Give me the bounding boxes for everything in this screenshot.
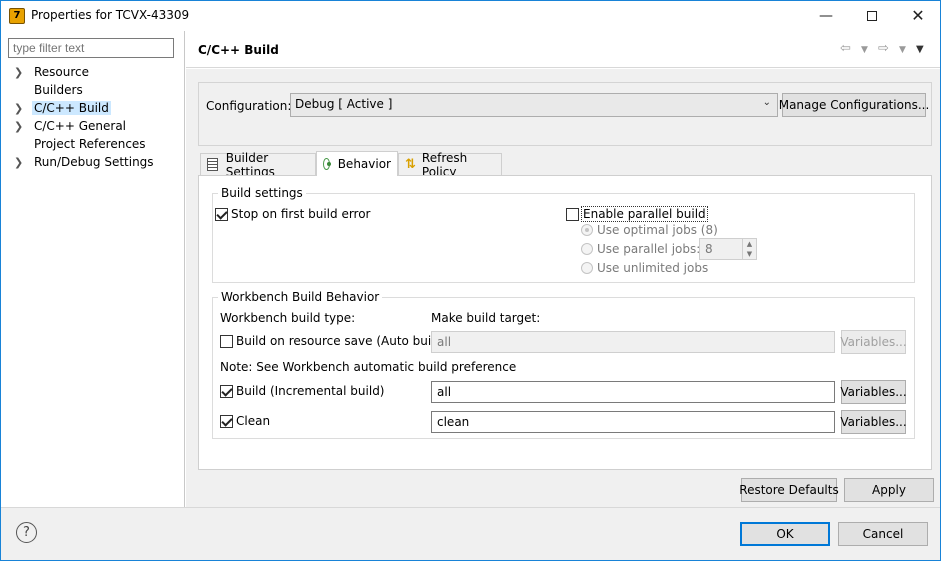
parallel-jobs-spinner[interactable]: 8 ▲ ▼ [699,238,757,260]
back-dropdown-icon[interactable]: ▼ [861,45,868,55]
sidebar-item-label: Project References [34,137,146,151]
sidebar-item-label: C/C++ General [34,119,127,133]
sidebar-item-label: C/C++ Build [32,101,111,115]
tab-label: Behavior [337,157,391,171]
unlimited-jobs-label: Use unlimited jobs [597,261,709,275]
help-icon[interactable]: ? [16,522,37,543]
chevron-down-icon: ⌄ [762,97,771,108]
configuration-label: Configuration: [206,99,292,113]
maximize-icon [867,10,877,21]
auto-build-target-input[interactable]: all [431,331,835,353]
forward-dropdown-icon[interactable]: ▼ [899,45,906,55]
filter-input[interactable] [8,38,174,58]
manage-configurations-button[interactable]: Manage Configurations... [779,93,929,117]
radio-button[interactable] [581,262,593,274]
cancel-button[interactable]: Cancel [838,522,928,546]
minimize-button[interactable]: — [803,0,849,31]
clean-checkbox[interactable]: Clean [220,414,270,428]
app-icon: 7 [9,8,25,24]
workbench-behavior-title: Workbench Build Behavior [218,290,383,304]
stop-on-error-label: Stop on first build error [231,207,371,221]
window-title: Properties for TCVX-43309 [31,8,190,22]
parallel-build-checkbox[interactable]: Enable parallel build [566,206,708,222]
apply-button[interactable]: Apply [844,478,934,502]
incremental-build-checkbox[interactable]: Build (Incremental build) [220,384,385,398]
auto-build-note: Note: See Workbench automatic build pref… [220,360,517,374]
chevron-right-icon[interactable]: ❯ [14,100,32,118]
configuration-value: Debug [ Active ] [295,97,393,111]
builder-settings-icon [207,158,218,171]
checkbox-box[interactable] [220,384,233,398]
parallel-jobs-label: Use parallel jobs: [597,242,701,256]
spinner-down-icon[interactable]: ▼ [742,249,756,259]
auto-build-checkbox[interactable]: Build on resource save (Auto build) [220,334,447,348]
clean-target-input[interactable]: clean [431,411,835,433]
refresh-policy-icon: ⇅ [405,157,416,172]
checkbox-box[interactable] [220,334,233,348]
checkbox-box[interactable] [215,207,228,221]
tab-refresh-policy[interactable]: ⇅ Refresh Policy [398,151,502,179]
sidebar-item-cpp-general[interactable]: ❯ C/C++ General [14,117,128,135]
parallel-build-label: Enable parallel build [581,206,708,222]
sidebar-item-cpp-build[interactable]: ❯ C/C++ Build [14,99,111,117]
forward-arrow-icon[interactable]: ⇨ [878,41,889,56]
configuration-select[interactable]: Debug [ Active ] ⌄ [290,93,778,117]
view-menu-icon[interactable]: ▼ [916,44,924,55]
incremental-target-input[interactable]: all [431,381,835,403]
auto-build-variables-button[interactable]: Variables... [840,330,907,354]
chevron-right-icon[interactable]: ❯ [14,118,32,136]
clean-label: Clean [236,414,271,428]
optimal-jobs-radio[interactable]: Use optimal jobs (8) [581,223,718,237]
parallel-jobs-radio[interactable]: Use parallel jobs: [581,242,700,256]
unlimited-jobs-radio[interactable]: Use unlimited jobs [581,261,708,275]
chevron-right-icon[interactable]: ❯ [14,154,32,172]
build-settings-title: Build settings [218,186,306,200]
behavior-icon [323,158,331,170]
close-button[interactable]: ✕ [895,0,941,31]
maximize-button[interactable] [849,0,895,31]
make-target-label: Make build target: [431,311,541,325]
sidebar-item-run-debug[interactable]: ❯ Run/Debug Settings [14,153,156,171]
sidebar-item-label: Builders [34,83,83,97]
clean-variables-button[interactable]: Variables... [840,410,907,434]
checkbox-box[interactable] [566,207,579,221]
minimize-icon: — [819,7,833,24]
sidebar-item-label: Run/Debug Settings [34,155,154,169]
ok-button[interactable]: OK [740,522,830,546]
sidebar-item-project-references[interactable]: Project References [14,135,148,153]
parallel-jobs-value: 8 [705,242,713,256]
optimal-jobs-label: Use optimal jobs (8) [597,223,718,237]
incremental-variables-button[interactable]: Variables... [840,380,907,404]
page-title: C/C++ Build [198,43,279,57]
stop-on-error-checkbox[interactable]: Stop on first build error [215,207,371,221]
tab-builder-settings[interactable]: Builder Settings [200,151,316,179]
page-header [186,31,940,68]
restore-defaults-button[interactable]: Restore Defaults [739,478,839,502]
checkbox-box[interactable] [220,414,233,428]
auto-build-label: Build on resource save (Auto build) [236,334,447,348]
workbench-type-label: Workbench build type: [220,311,356,325]
radio-button[interactable] [581,224,593,236]
sidebar-item-resource[interactable]: ❯ Resource [14,63,91,81]
sidebar-item-builders[interactable]: Builders [14,81,85,99]
close-icon: ✕ [911,6,925,25]
incremental-build-label: Build (Incremental build) [236,384,385,398]
sidebar-item-label: Resource [34,65,90,79]
radio-button[interactable] [581,243,593,255]
chevron-right-icon[interactable]: ❯ [14,64,32,82]
tab-behavior[interactable]: Behavior [316,151,398,176]
back-arrow-icon[interactable]: ⇦ [840,41,851,56]
spinner-up-icon[interactable]: ▲ [742,239,756,249]
